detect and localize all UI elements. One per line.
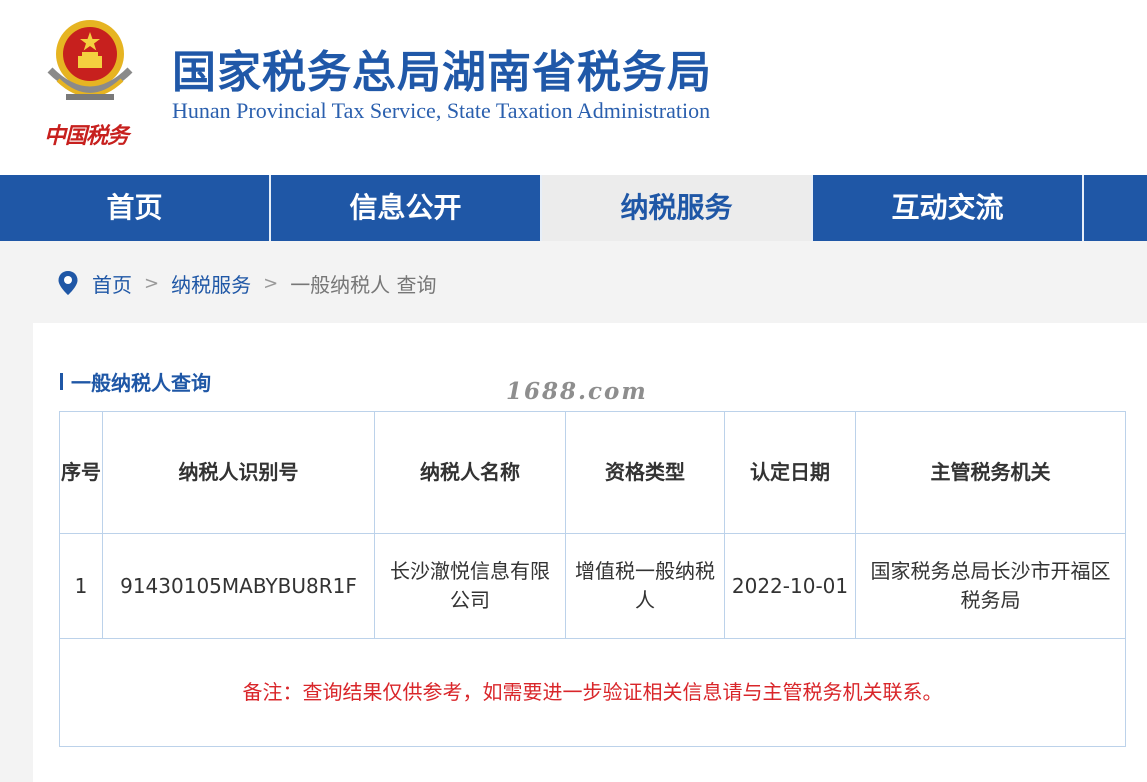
site-subtitle: Hunan Provincial Tax Service, State Taxa… (172, 98, 711, 123)
nav-item-interaction[interactable]: 互动交流 (813, 175, 1084, 241)
breadcrumb-home-link[interactable]: 首页 (92, 269, 132, 298)
table-row: 1 91430105MABYBU8R1F 长沙澈悦信息有限公司 增值税一般纳税人… (59, 533, 1126, 639)
cell-taxpayer-id: 91430105MABYBU8R1F (102, 533, 375, 639)
cell-tax-authority: 国家税务总局长沙市开福区税务局 (855, 533, 1126, 639)
site-title: 国家税务总局湖南省税务局 (172, 47, 712, 98)
breadcrumb: 首页 > 纳税服务 > 一般纳税人 查询 (58, 266, 437, 300)
result-table: 序号 纳税人识别号 纳税人名称 资格类型 认定日期 主管税务机关 1 91430… (59, 411, 1126, 747)
section-title: 一般纳税人查询 (60, 366, 211, 396)
column-header-qualification-type: 资格类型 (565, 411, 725, 534)
breadcrumb-separator: > (144, 272, 160, 294)
nav-item-home[interactable]: 首页 (0, 175, 271, 241)
disclaimer-note: 备注：查询结果仅供参考，如需要进一步验证相关信息请与主管税务机关联系。 (59, 638, 1126, 747)
nav-item-overflow[interactable] (1084, 175, 1116, 241)
column-header-taxpayer-id: 纳税人识别号 (102, 411, 375, 534)
column-header-index: 序号 (59, 411, 103, 534)
tax-logo-text: 中国税务 (44, 123, 129, 149)
section-title-text: 一般纳税人查询 (71, 370, 211, 395)
column-header-recognition-date: 认定日期 (724, 411, 856, 534)
national-emblem-icon (47, 20, 133, 100)
watermark: 1688.com (506, 378, 648, 405)
column-header-taxpayer-name: 纳税人名称 (374, 411, 566, 534)
cell-qualification-type: 增值税一般纳税人 (565, 533, 725, 639)
location-pin-icon (58, 271, 78, 295)
column-header-tax-authority: 主管税务机关 (855, 411, 1126, 534)
breadcrumb-separator: > (263, 272, 279, 294)
cell-taxpayer-name: 长沙澈悦信息有限公司 (374, 533, 566, 639)
site-header: 中国税务 国家税务总局湖南省税务局 Hunan Provincial Tax S… (0, 0, 1147, 175)
note-row: 备注：查询结果仅供参考，如需要进一步验证相关信息请与主管税务机关联系。 (59, 638, 1126, 747)
section-title-bar (60, 372, 63, 390)
breadcrumb-current: 一般纳税人 查询 (290, 272, 437, 297)
nav-item-tax-service[interactable]: 纳税服务 (542, 175, 813, 241)
table-header-row: 序号 纳税人识别号 纳税人名称 资格类型 认定日期 主管税务机关 (59, 411, 1126, 534)
cell-recognition-date: 2022-10-01 (724, 533, 856, 639)
nav-item-info-disclosure[interactable]: 信息公开 (271, 175, 542, 241)
breadcrumb-section-link[interactable]: 纳税服务 (171, 269, 251, 298)
main-nav: 首页 信息公开 纳税服务 互动交流 (0, 175, 1147, 241)
cell-index: 1 (59, 533, 103, 639)
